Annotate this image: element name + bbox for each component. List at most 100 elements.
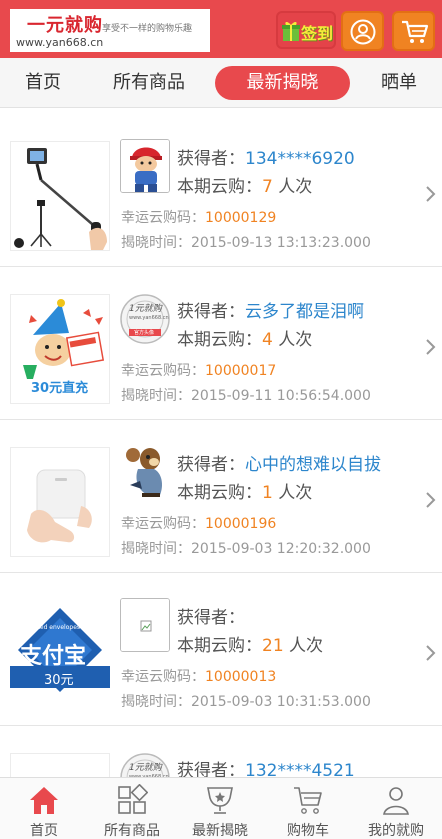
product-image: Red envelopes 支付宝 30元	[10, 600, 110, 710]
lucky-code-line: 幸运云购码：10000196	[121, 513, 276, 533]
logo-brand: 一元就购	[27, 15, 103, 36]
purchase-count: 1	[262, 483, 273, 503]
product-value: 30元	[44, 673, 74, 688]
nav-cart[interactable]: 购物车	[264, 778, 352, 839]
purchase-count-label: 本期云购：	[177, 636, 262, 656]
lucky-code: 10000017	[205, 363, 277, 379]
site-logo[interactable]: 一元就购 www.yan668.cn 享受不一样的购物乐趣	[10, 9, 210, 52]
reveal-time-line: 揭晓时间：2015-09-13 13:13:23.000	[121, 232, 371, 252]
lucky-code-label: 幸运云购码：	[121, 210, 205, 226]
lucky-code-label: 幸运云购码：	[121, 516, 205, 532]
reveal-time: 2015-09-11 10:56:54.000	[191, 388, 371, 404]
winner-line: 获得者：云多了都是泪啊	[177, 297, 364, 322]
reveal-time-line: 揭晓时间：2015-09-03 10:31:53.000	[121, 691, 371, 711]
winner-label: 获得者：	[177, 608, 245, 628]
sign-in-button[interactable]: 签到	[276, 11, 336, 49]
purchase-count-unit: 人次	[278, 483, 313, 503]
nav-home-label: 首页	[30, 823, 58, 839]
cart-icon	[294, 787, 322, 814]
purchase-count-line: 本期云购：21 人次	[177, 631, 323, 656]
reveal-time-label: 揭晓时间：	[121, 541, 191, 557]
winner-name[interactable]: 云多了都是泪啊	[245, 302, 364, 322]
sign-in-label: 签到	[301, 24, 334, 43]
user-icon	[350, 19, 376, 45]
winner-avatar[interactable]: 1元就购 www.yan668.cn 官方头像	[120, 292, 170, 346]
category-tabs: 首页 所有商品 最新揭晓 晒单	[0, 58, 442, 108]
product-badge: Red envelopes	[36, 624, 81, 631]
winner-line: 获得者：心中的想难以自拔	[177, 450, 381, 475]
nav-latest-reveal[interactable]: 最新揭晓	[176, 778, 264, 839]
lucky-code: 10000129	[205, 210, 277, 226]
lucky-code: 10000196	[205, 516, 277, 532]
purchase-count-line: 本期云购：7 人次	[177, 172, 312, 197]
nav-all-products-label: 所有商品	[104, 823, 160, 839]
lucky-code-line: 幸运云购码：10000017	[121, 360, 276, 380]
cart-icon	[402, 20, 429, 43]
tab-share[interactable]: 晒单	[374, 58, 424, 108]
product-image: 30元直充	[10, 294, 110, 404]
top-header: 一元就购 www.yan668.cn 享受不一样的购物乐趣 签到	[0, 0, 442, 58]
reveal-time: 2015-09-03 10:31:53.000	[191, 694, 371, 710]
lucky-code-line: 幸运云购码：10000129	[121, 207, 276, 227]
winner-name[interactable]: 134****6920	[245, 149, 355, 169]
broken-image-icon	[121, 599, 169, 651]
lucky-code-label: 幸运云购码：	[121, 669, 205, 685]
avatar-logo-caption: 官方头像	[134, 330, 155, 336]
user-center-button[interactable]	[341, 11, 384, 51]
lucky-code-label: 幸运云购码：	[121, 363, 205, 379]
winner-line: 获得者：	[177, 603, 245, 628]
reveal-time: 2015-09-13 13:13:23.000	[191, 235, 371, 251]
product-image	[10, 141, 110, 251]
avatar-logo-text: 1元就购	[129, 304, 162, 314]
product-brand: 支付宝	[20, 644, 87, 669]
list-item[interactable]: 30元直充 1元就购 www.yan668.cn 官方头像 获得者：云多了都是泪…	[0, 268, 442, 420]
purchase-count: 7	[262, 177, 273, 197]
winner-label: 获得者：	[177, 149, 245, 169]
list-item[interactable]: Red envelopes 支付宝 30元 获得者： 本期云购：21 人次 幸运…	[0, 574, 442, 726]
nav-my-account[interactable]: 我的就购	[352, 778, 440, 839]
purchase-count: 21	[262, 636, 284, 656]
list-item[interactable]: 获得者：心中的想难以自拔 本期云购：1 人次 幸运云购码：10000196 揭晓…	[0, 421, 442, 573]
tab-all-products[interactable]: 所有商品	[104, 58, 194, 108]
winner-label: 获得者：	[177, 302, 245, 322]
purchase-count-unit: 人次	[278, 330, 313, 350]
chevron-right-icon	[426, 645, 436, 661]
trophy-icon	[207, 787, 233, 814]
purchase-count-label: 本期云购：	[177, 330, 262, 350]
lucky-code: 10000013	[205, 669, 277, 685]
lucky-code-line: 幸运云购码：10000013	[121, 666, 276, 686]
avatar-logo-url: www.yan668.cn	[129, 315, 169, 321]
gift-icon	[282, 21, 300, 41]
purchase-count-line: 本期云购：1 人次	[177, 478, 312, 503]
reveal-time-line: 揭晓时间：2015-09-11 10:56:54.000	[121, 385, 371, 405]
reveal-time-label: 揭晓时间：	[121, 694, 191, 710]
purchase-count: 4	[262, 330, 273, 350]
nav-latest-reveal-label: 最新揭晓	[192, 823, 248, 839]
cart-button[interactable]	[392, 11, 435, 51]
home-icon	[30, 787, 58, 814]
logo-slogan: 享受不一样的购物乐趣	[102, 24, 193, 34]
chevron-right-icon	[426, 186, 436, 202]
purchase-count-unit: 人次	[289, 636, 324, 656]
reveal-time-label: 揭晓时间：	[121, 388, 191, 404]
nav-my-account-label: 我的就购	[368, 823, 424, 839]
tab-latest-reveal[interactable]: 最新揭晓	[215, 66, 350, 100]
tab-home[interactable]: 首页	[18, 58, 68, 108]
list-item[interactable]: 获得者：134****6920 本期云购：7 人次 幸运云购码：10000129…	[0, 115, 442, 267]
bottom-nav: 首页 所有商品 最新揭晓 购物车 我的就购	[0, 777, 442, 839]
nav-all-products[interactable]: 所有商品	[88, 778, 176, 839]
grid-icon	[118, 784, 148, 814]
purchase-count-unit: 人次	[278, 177, 313, 197]
winner-name[interactable]: 心中的想难以自拔	[245, 455, 381, 475]
winner-avatar[interactable]	[120, 598, 170, 652]
user-icon	[383, 787, 409, 815]
winner-avatar[interactable]	[120, 445, 170, 499]
nav-home[interactable]: 首页	[0, 778, 88, 839]
reveal-time: 2015-09-03 12:20:32.000	[191, 541, 371, 557]
avatar-logo-text: 1元就购	[129, 763, 162, 773]
reveal-time-line: 揭晓时间：2015-09-03 12:20:32.000	[121, 538, 371, 558]
winner-line: 获得者：134****6920	[177, 144, 355, 169]
product-image	[10, 447, 110, 557]
winner-label: 获得者：	[177, 455, 245, 475]
winner-avatar[interactable]	[120, 139, 170, 193]
